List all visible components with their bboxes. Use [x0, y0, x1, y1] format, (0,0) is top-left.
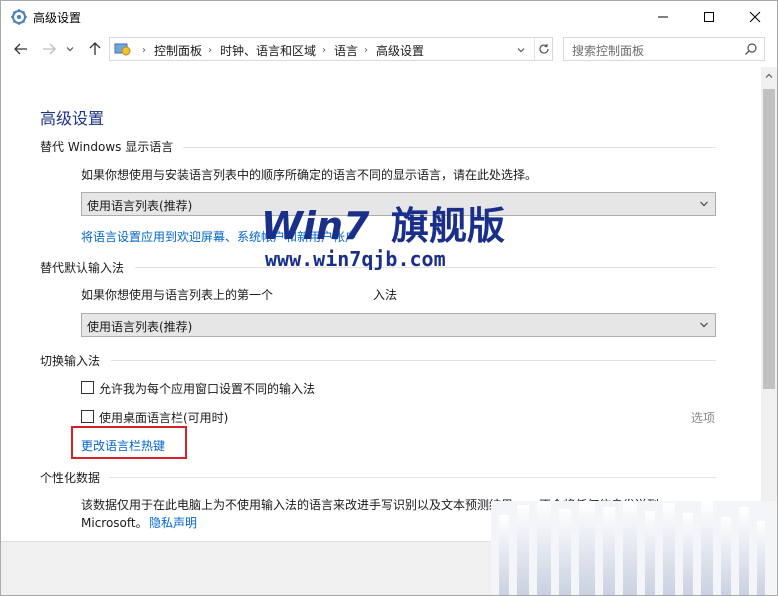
chevron-down-icon: [700, 201, 708, 207]
default-input-method-heading: 替代默认输入法: [40, 261, 125, 275]
maximize-button[interactable]: [687, 1, 731, 33]
search-box[interactable]: 搜索控制面板: [563, 37, 765, 61]
address-bar[interactable]: › 控制面板 › 时钟、语言和区域 › 语言 › 高级设置: [109, 37, 553, 61]
address-history-button[interactable]: [514, 43, 528, 57]
input-method-select[interactable]: 使用语言列表(推荐): [81, 313, 716, 337]
section-divider: [111, 360, 716, 361]
minimize-button[interactable]: [641, 1, 685, 33]
privacy-statement-link[interactable]: 隐私声明: [149, 514, 197, 531]
breadcrumb-separator-icon[interactable]: ›: [322, 45, 326, 56]
decorative-overlay-graphic: [491, 501, 777, 595]
breadcrumb-separator-icon: ›: [142, 45, 146, 56]
watermark-url: www.win7qjb.com: [265, 247, 446, 271]
breadcrumb: › 控制面板 › 时钟、语言和区域 › 语言 › 高级设置: [136, 42, 424, 59]
refresh-button[interactable]: [534, 38, 552, 60]
minimize-icon: [658, 16, 668, 18]
control-panel-icon: [114, 41, 132, 57]
breadcrumb-item-clock-language-region[interactable]: 时钟、语言和区域: [220, 42, 316, 59]
display-language-select-value: 使用语言列表(推荐): [87, 199, 193, 213]
personalization-data-heading: 个性化数据: [40, 471, 101, 485]
search-placeholder: 搜索控制面板: [572, 44, 645, 58]
language-bar-options-link[interactable]: 选项: [691, 409, 715, 426]
main-content: 高级设置 替代 Windows 显示语言 如果你想使用与安装语言列表中的顺序所确…: [1, 67, 761, 541]
display-language-heading: 替代 Windows 显示语言: [40, 140, 174, 154]
back-button[interactable]: [11, 39, 31, 59]
vertical-scrollbar[interactable]: [761, 67, 777, 541]
control-panel-window: 高级设置 › 控制面板 › 时钟、语言和区域 › 语言 › 高级设置 搜索控制面…: [0, 0, 778, 596]
recent-locations-button[interactable]: [63, 39, 77, 59]
up-button[interactable]: [85, 39, 105, 59]
input-method-description-tail: 入法: [373, 288, 398, 302]
forward-button[interactable]: [39, 39, 59, 59]
title-bar: 高级设置: [1, 1, 777, 33]
switch-input-heading: 切换输入法: [40, 354, 101, 368]
change-language-bar-hotkeys-link[interactable]: 更改语言栏热键: [81, 437, 165, 454]
maximize-icon: [704, 12, 714, 22]
microsoft-label: Microsoft。: [81, 516, 148, 530]
chevron-down-icon: [66, 47, 74, 52]
watermark-brand: Win7: [261, 204, 370, 248]
watermark-brand-cn: 旗舰版: [391, 204, 505, 248]
up-arrow-icon: [89, 42, 101, 55]
chevron-down-icon: [517, 48, 525, 53]
page-title: 高级设置: [40, 109, 105, 128]
search-icon[interactable]: [744, 42, 758, 56]
section-divider: [109, 477, 716, 478]
close-button[interactable]: [733, 1, 777, 33]
refresh-icon: [538, 44, 549, 54]
section-divider: [183, 147, 716, 148]
scroll-up-arrow-icon[interactable]: [764, 71, 774, 81]
breadcrumb-item-control-panel[interactable]: 控制面板: [154, 42, 202, 59]
breadcrumb-item-language[interactable]: 语言: [334, 42, 358, 59]
navigation-bar: › 控制面板 › 时钟、语言和区域 › 语言 › 高级设置 搜索控制面板: [1, 33, 777, 65]
desktop-language-bar-checkbox[interactable]: [81, 410, 94, 423]
watermark-logo: Win7 旗舰版 www.win7qjb.com: [259, 199, 539, 273]
per-app-input-label[interactable]: 允许我为每个应用窗口设置不同的输入法: [99, 380, 315, 397]
window-title: 高级设置: [33, 11, 82, 25]
forward-arrow-icon: [43, 43, 56, 55]
breadcrumb-item-advanced-settings[interactable]: 高级设置: [376, 42, 424, 59]
per-app-input-checkbox[interactable]: [81, 381, 94, 394]
input-method-description: 如果你想使用与语言列表上的第一个: [81, 288, 274, 302]
close-icon: [749, 11, 761, 23]
personalization-description: 该数据仅用于在此电脑上为不使用输入法的语言来改进手写识别以及文本预测结果。: [81, 498, 526, 512]
breadcrumb-separator-icon[interactable]: ›: [364, 45, 368, 56]
back-arrow-icon: [14, 43, 27, 55]
chevron-down-icon: [700, 322, 708, 328]
scrollbar-thumb[interactable]: [763, 89, 775, 389]
breadcrumb-separator-icon[interactable]: ›: [208, 45, 212, 56]
control-panel-app-icon: [10, 8, 28, 26]
display-language-description: 如果你想使用与安装语言列表中的顺序所确定的语言不同的显示语言，请在此处选择。: [81, 168, 538, 182]
input-method-select-value: 使用语言列表(推荐): [87, 320, 193, 334]
desktop-language-bar-label[interactable]: 使用桌面语言栏(可用时): [99, 409, 228, 426]
